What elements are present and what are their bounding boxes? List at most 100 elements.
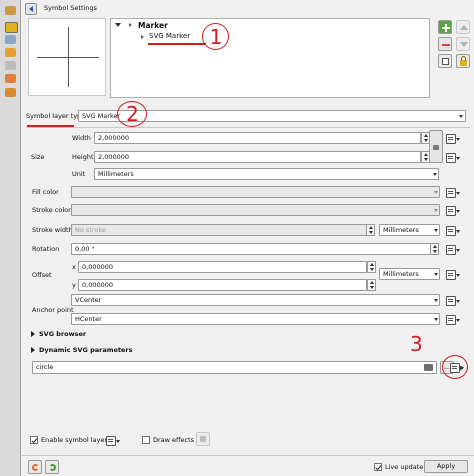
chain-icon xyxy=(433,145,439,150)
height-data-defined-button[interactable] xyxy=(446,151,460,163)
stroke-color-button[interactable] xyxy=(71,204,440,216)
add-layer-button[interactable] xyxy=(438,20,452,34)
enable-symbol-layer-checkbox[interactable] xyxy=(30,436,38,444)
offset-data-defined-button[interactable] xyxy=(446,268,460,280)
undo-button[interactable] xyxy=(28,460,42,474)
stroke-width-label: Stroke width xyxy=(32,226,73,234)
annotation-underline-1 xyxy=(148,43,206,45)
anchor-horizontal-select[interactable]: HCenter xyxy=(71,313,440,325)
svg-browser-section[interactable]: SVG browser xyxy=(39,330,86,338)
tree-child-arrow-icon xyxy=(129,23,132,27)
chevron-down-icon[interactable] xyxy=(430,169,438,179)
footer-separator xyxy=(22,455,474,456)
annotation-number-2: 2 xyxy=(126,102,139,126)
fill-color-label: Fill color xyxy=(32,188,59,196)
marker-layer-icon[interactable] xyxy=(5,22,18,33)
offset-y-spinner[interactable] xyxy=(367,279,376,291)
move-up-button[interactable] xyxy=(456,20,470,34)
offset-y-input[interactable]: 0,000000 xyxy=(78,279,367,291)
symbol-layer-type-label: Symbol layer type xyxy=(26,112,86,120)
chevron-down-icon[interactable] xyxy=(456,111,464,121)
symbol-settings-panel: Symbol Settings Marker SVG Marker 1 Symb… xyxy=(22,0,474,476)
annotation-number-1: 1 xyxy=(209,25,223,49)
stroke-color-data-defined-button[interactable] xyxy=(446,204,460,216)
dynamic-svg-section[interactable]: Dynamic SVG parameters xyxy=(39,346,132,354)
chevron-down-icon[interactable] xyxy=(431,295,439,305)
svg-path-data-defined-button[interactable] xyxy=(450,361,464,373)
fill-color-data-defined-button[interactable] xyxy=(446,186,460,198)
tree-item-svg-marker[interactable]: SVG Marker xyxy=(149,32,190,40)
move-down-button[interactable] xyxy=(456,37,470,51)
anchor-vertical-select[interactable]: VCenter xyxy=(71,294,440,306)
panel-title: Symbol Settings xyxy=(44,4,97,12)
raster-layer-icon[interactable] xyxy=(5,61,16,70)
rotation-input[interactable]: 0,00 ° xyxy=(71,243,438,255)
polygon-layer-icon[interactable] xyxy=(5,48,16,57)
offset-x-input[interactable]: 0,000000 xyxy=(78,261,367,273)
offset-x-spinner[interactable] xyxy=(367,261,376,273)
offset-label: Offset xyxy=(32,271,52,279)
height-label: Height xyxy=(72,153,94,161)
anchor-horizontal-data-defined-button[interactable] xyxy=(446,313,460,325)
chevron-down-icon[interactable] xyxy=(431,314,439,324)
preview-crosshair-horizontal xyxy=(37,57,99,58)
anchor-point-label: Anchor point xyxy=(32,306,74,314)
draw-effects-checkbox[interactable] xyxy=(142,436,150,444)
apply-button[interactable]: Apply xyxy=(424,460,468,473)
clear-icon[interactable] xyxy=(424,364,433,371)
symbol-layer-tree[interactable]: Marker SVG Marker xyxy=(110,18,430,98)
width-data-defined-button[interactable] xyxy=(446,132,460,144)
brush-icon[interactable] xyxy=(5,6,16,15)
chevron-down-icon[interactable] xyxy=(431,187,439,197)
duplicate-layer-button[interactable] xyxy=(438,54,452,68)
effects-icon xyxy=(200,436,206,442)
width-label: Width xyxy=(72,134,91,142)
symbol-preview xyxy=(28,18,106,96)
chevron-down-icon[interactable] xyxy=(431,269,439,279)
rotation-label: Rotation xyxy=(32,245,60,253)
redo-icon xyxy=(49,464,56,471)
minus-icon xyxy=(442,44,450,46)
effects-settings-button[interactable] xyxy=(196,432,210,446)
height-input[interactable]: 2,000000 xyxy=(94,151,421,163)
left-toolbar xyxy=(0,0,21,476)
svg-browser-expand-icon[interactable] xyxy=(31,331,35,337)
annotation-number-3: 3 xyxy=(410,332,423,356)
width-input[interactable]: 2,000000 xyxy=(94,132,421,144)
rotation-spinner[interactable] xyxy=(430,243,439,255)
lock-aspect-ratio-button[interactable] xyxy=(429,130,443,163)
live-update-checkbox[interactable] xyxy=(374,463,382,471)
stroke-width-data-defined-button[interactable] xyxy=(446,224,460,236)
line-layer-icon[interactable] xyxy=(5,35,16,44)
stroke-color-label: Stroke color xyxy=(32,206,71,214)
dynamic-svg-expand-icon[interactable] xyxy=(31,347,35,353)
tree-item-marker[interactable]: Marker xyxy=(138,21,168,30)
tree-expand-icon[interactable] xyxy=(115,23,121,27)
separator xyxy=(26,127,470,128)
arrow-up-icon xyxy=(460,25,468,30)
rotation-data-defined-button[interactable] xyxy=(446,243,460,255)
remove-layer-button[interactable] xyxy=(438,37,452,51)
tree-child-arrow-icon xyxy=(141,35,144,39)
live-update-label: Live update xyxy=(385,463,424,471)
chevron-down-icon[interactable] xyxy=(431,205,439,215)
back-button[interactable] xyxy=(25,3,37,15)
offset-y-label: y xyxy=(72,281,76,289)
chevron-down-icon[interactable] xyxy=(431,225,439,235)
anchor-vertical-data-defined-button[interactable] xyxy=(446,294,460,306)
redo-button[interactable] xyxy=(45,460,59,474)
unit-label: Unit xyxy=(72,170,86,178)
vector-layer-icon[interactable] xyxy=(5,74,16,83)
lock-layer-button[interactable] xyxy=(456,54,470,68)
enable-symbol-layer-label: Enable symbol layer xyxy=(41,436,108,444)
enable-layer-data-defined-button[interactable] xyxy=(106,434,120,446)
size-label: Size xyxy=(31,153,45,161)
offset-x-label: x xyxy=(72,263,76,271)
duplicate-icon xyxy=(442,58,449,65)
settings-icon[interactable] xyxy=(5,88,16,97)
stroke-width-spinner[interactable] xyxy=(366,224,375,236)
svg-path-input[interactable]: circle xyxy=(32,361,437,374)
fill-color-button[interactable] xyxy=(71,186,440,198)
size-unit-select[interactable]: Millimeters xyxy=(94,168,439,180)
stroke-width-input[interactable]: No stroke xyxy=(71,224,375,236)
